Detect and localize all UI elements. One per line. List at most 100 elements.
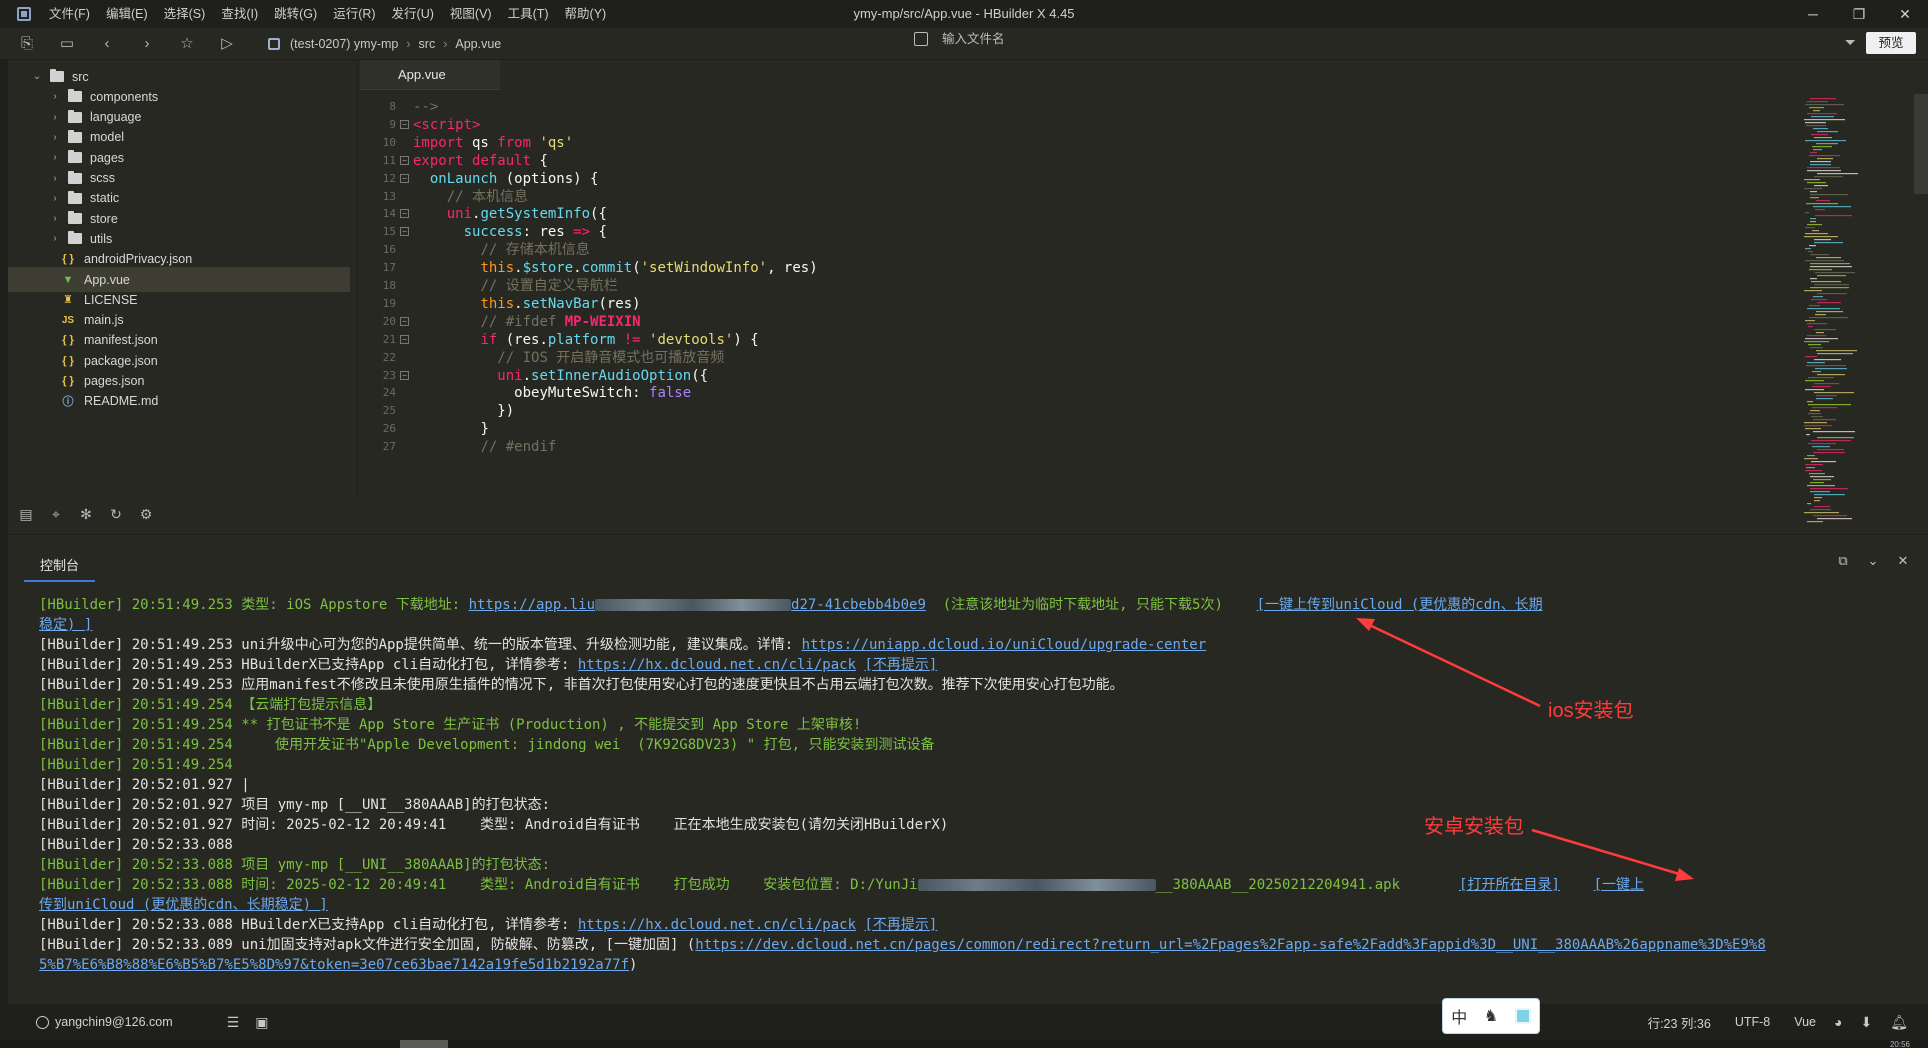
ime-shirt-icon[interactable]: ♞ [1484,1006,1498,1026]
fold-toggle-icon[interactable]: − [400,119,409,129]
minimap-line [1807,362,1825,364]
minimap-line [1808,377,1834,379]
console-link[interactable]: https://hx.dcloud.net.cn/cli/pack [578,657,856,673]
code-area[interactable]: 8 --> 9− <script> 10 import qs from 'qs' 11− ex… [360,96,1820,528]
ime-keyboard-icon[interactable] [1514,1008,1531,1024]
fold-toggle-icon[interactable]: − [400,155,409,165]
terminal-icon[interactable]: ▣ [255,1014,268,1031]
menu-item[interactable]: 文件(F) [41,0,98,28]
editor-scrollbar[interactable] [1914,94,1928,194]
chevron-right-icon[interactable]: › [50,213,60,224]
plugin-icon[interactable]: ⚙ [134,506,158,523]
menu-item[interactable]: 发行(U) [384,0,442,28]
chevron-right-icon[interactable]: › [50,233,60,244]
chevron-right-icon[interactable]: › [50,91,60,102]
cursor-position[interactable]: 行:23 列:36 [1648,1013,1711,1032]
binoculars-icon[interactable]: ⌖ [44,506,68,523]
fold-toggle-icon[interactable]: − [400,173,409,183]
restore-button[interactable]: ❐ [1836,0,1882,28]
chevron-right-icon[interactable]: › [50,112,60,123]
debug-icon[interactable]: ✻ [74,506,98,523]
console-link[interactable]: 5%B7%E6%B8%88%E6%B5%B7%E5%8D%97&token=3e… [39,957,629,973]
console-link[interactable]: [一键上 [1594,877,1644,893]
menu-item[interactable]: 视图(V) [442,0,500,28]
language-mode[interactable]: Vue [1794,1015,1816,1029]
menu-item[interactable]: 工具(T) [500,0,557,28]
save-icon[interactable]: ▭ [54,31,80,57]
file-search-input[interactable] [942,32,1642,46]
git-icon[interactable]: ↻ [104,506,128,523]
chat-icon[interactable]: ◕ [1834,1014,1842,1030]
status-bar: yangchin9@126.com ☰ ▣ 行:23 列:36 UTF-8 Vu… [0,1004,1928,1040]
fold-toggle-icon[interactable]: − [400,316,409,326]
bell-icon[interactable]: 🔔︎ [1890,1014,1908,1031]
tree-item-label: model [90,130,125,145]
run-icon[interactable]: ▷ [214,31,240,57]
console-link[interactable]: 传到uniCloud (更优惠的cdn、长期稳定) ] [39,897,328,913]
account[interactable]: yangchin9@126.com [36,1015,173,1029]
code-line[interactable]: 27 // #endif [360,436,1820,458]
back-icon[interactable]: ‹ [94,31,120,57]
fold-toggle-icon[interactable]: − [400,209,409,219]
menu-item[interactable]: 帮助(Y) [557,0,615,28]
code-token: --> [413,99,439,115]
minimap-line [1810,278,1817,280]
console-link[interactable]: https://hx.dcloud.net.cn/cli/pack [578,917,856,933]
chevron-right-icon[interactable]: › [50,152,60,163]
tree-file[interactable]: ⓘ README.md [8,389,350,414]
fold-toggle-icon[interactable]: − [400,334,409,344]
console-output[interactable]: [HBuilder] 20:51:49.253 类型: iOS Appstore… [39,595,1919,975]
console-link[interactable]: [不再提示] [864,657,937,673]
menu-item[interactable]: 查找(I) [213,0,266,28]
filter-icon[interactable]: ⏷ [1845,34,1856,51]
chevron-right-icon[interactable]: › [50,132,60,143]
minimap-line [1811,116,1834,118]
horizontal-scrollbar-thumb[interactable] [400,1040,448,1048]
open-external-icon[interactable]: ⧉ [1828,553,1858,569]
console-text: [HBuilder] 20:51:49.254 [39,757,233,773]
forward-icon[interactable]: › [134,31,160,57]
new-file-icon[interactable]: ⎘ [14,31,40,57]
chevron-down-icon[interactable]: ⌄ [32,71,42,82]
chevron-right-icon[interactable]: › [50,173,60,184]
fold-toggle-icon[interactable]: − [400,370,409,380]
folder-icon [68,89,82,103]
encoding[interactable]: UTF-8 [1735,1015,1770,1029]
tab-app-vue[interactable]: App.vue [360,60,500,90]
console-link[interactable]: https://uniapp.dcloud.io/uniCloud/upgrad… [802,637,1207,653]
console-link[interactable]: https://dev.dcloud.net.cn/pages/common/r… [695,937,1765,953]
console-link[interactable]: [一键上传到uniCloud (更优惠的cdn、长期 [1257,597,1543,613]
minimap-line [1813,452,1845,454]
minimap[interactable] [1800,94,1900,528]
breadcrumb-src[interactable]: src [419,37,436,51]
console-link[interactable]: d27-41cbebb4b0e9 [791,597,926,613]
menu-item[interactable]: 编辑(E) [98,0,156,28]
menu-item[interactable]: 运行(R) [325,0,383,28]
minimize-button[interactable]: ─ [1790,0,1836,28]
breadcrumb-project[interactable]: (test-0207) ymy-mp [290,37,398,51]
preview-button[interactable]: 预览 [1866,32,1916,54]
tab-console[interactable]: 控制台 [24,555,96,582]
clear-console-icon[interactable]: ✕ [1888,553,1918,569]
download-icon[interactable]: ⬇ [1860,1014,1872,1031]
collapse-panel-icon[interactable]: ⌄ [1858,553,1888,569]
console-link[interactable]: [不再提示] [864,917,937,933]
horizontal-scrollbar[interactable] [0,1040,1928,1048]
chevron-right-icon[interactable]: › [50,193,60,204]
bookmark-star-icon[interactable]: ☆ [174,31,200,57]
ime-toolbar[interactable]: 中 ♞ [1442,998,1540,1034]
console-link[interactable]: https://app.liu [469,597,595,613]
code-token: // 设置自定义导航栏 [480,278,618,294]
menu-item[interactable]: 选择(S) [156,0,214,28]
project-manager-icon[interactable]: ▤ [14,506,38,523]
breadcrumb-file[interactable]: App.vue [455,37,501,51]
menu-item[interactable]: 跳转(G) [266,0,325,28]
close-button[interactable]: ✕ [1882,0,1928,28]
console-link[interactable]: [打开所在目录] [1459,877,1560,893]
ime-language[interactable]: 中 [1451,1004,1467,1028]
console-link[interactable]: 稳定) ] [39,617,92,633]
code-token: uni [497,367,523,384]
fold-toggle-icon[interactable]: − [400,227,409,237]
list-icon[interactable]: ☰ [227,1014,240,1031]
